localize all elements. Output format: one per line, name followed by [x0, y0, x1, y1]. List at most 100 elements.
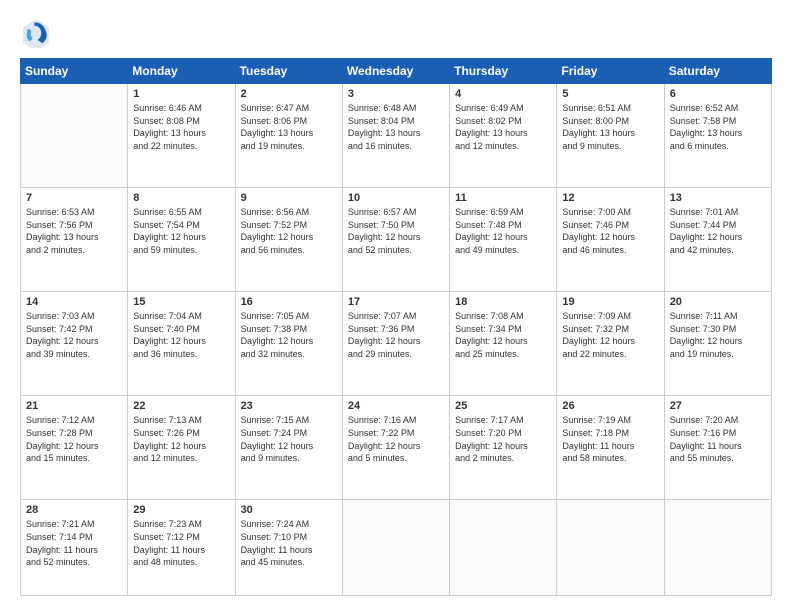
day-info: Sunrise: 7:13 AM Sunset: 7:26 PM Dayligh…	[133, 414, 229, 464]
day-info: Sunrise: 7:20 AM Sunset: 7:16 PM Dayligh…	[670, 414, 766, 464]
weekday-header-row: SundayMondayTuesdayWednesdayThursdayFrid…	[21, 59, 772, 84]
day-number: 24	[348, 400, 444, 412]
day-info: Sunrise: 6:53 AM Sunset: 7:56 PM Dayligh…	[26, 206, 122, 256]
day-number: 26	[562, 400, 658, 412]
day-info: Sunrise: 7:04 AM Sunset: 7:40 PM Dayligh…	[133, 310, 229, 360]
calendar-cell: 18 Sunrise: 7:08 AM Sunset: 7:34 PM Dayli…	[450, 292, 557, 396]
day-number: 23	[241, 400, 337, 412]
day-number: 21	[26, 400, 122, 412]
day-info: Sunrise: 7:00 AM Sunset: 7:46 PM Dayligh…	[562, 206, 658, 256]
page: SundayMondayTuesdayWednesdayThursdayFrid…	[0, 0, 792, 612]
day-info: Sunrise: 7:17 AM Sunset: 7:20 PM Dayligh…	[455, 414, 551, 464]
day-info: Sunrise: 6:48 AM Sunset: 8:04 PM Dayligh…	[348, 102, 444, 152]
calendar-cell: 12 Sunrise: 7:00 AM Sunset: 7:46 PM Dayli…	[557, 188, 664, 292]
week-row-2: 7 Sunrise: 6:53 AM Sunset: 7:56 PM Daylig…	[21, 188, 772, 292]
calendar-cell: 9 Sunrise: 6:56 AM Sunset: 7:52 PM Daylig…	[235, 188, 342, 292]
day-info: Sunrise: 7:12 AM Sunset: 7:28 PM Dayligh…	[26, 414, 122, 464]
day-info: Sunrise: 7:07 AM Sunset: 7:36 PM Dayligh…	[348, 310, 444, 360]
day-number: 8	[133, 192, 229, 204]
day-info: Sunrise: 7:16 AM Sunset: 7:22 PM Dayligh…	[348, 414, 444, 464]
day-info: Sunrise: 7:23 AM Sunset: 7:12 PM Dayligh…	[133, 518, 229, 568]
day-number: 2	[241, 88, 337, 100]
day-number: 3	[348, 88, 444, 100]
day-info: Sunrise: 7:01 AM Sunset: 7:44 PM Dayligh…	[670, 206, 766, 256]
header	[20, 16, 772, 48]
calendar-cell: 4Sunrise: 6:49 AM Sunset: 8:02 PM Daylig…	[450, 84, 557, 188]
day-info: Sunrise: 7:09 AM Sunset: 7:32 PM Dayligh…	[562, 310, 658, 360]
week-row-1: 1 Sunrise: 6:46 AM Sunset: 8:08 PM Daylig…	[21, 84, 772, 188]
day-info: Sunrise: 7:21 AM Sunset: 7:14 PM Dayligh…	[26, 518, 122, 568]
weekday-header-thursday: Thursday	[450, 59, 557, 84]
day-info: Sunrise: 7:19 AM Sunset: 7:18 PM Dayligh…	[562, 414, 658, 464]
day-info: Sunrise: 7:08 AM Sunset: 7:34 PM Dayligh…	[455, 310, 551, 360]
day-info: Sunrise: 6:55 AM Sunset: 7:54 PM Dayligh…	[133, 206, 229, 256]
logo	[20, 16, 58, 48]
calendar-cell: 24 Sunrise: 7:16 AM Sunset: 7:22 PM Dayli…	[342, 396, 449, 500]
calendar-cell: 30 Sunrise: 7:24 AM Sunset: 7:10 PM Dayli…	[235, 500, 342, 596]
day-number: 9	[241, 192, 337, 204]
day-number: 12	[562, 192, 658, 204]
day-number: 4	[455, 88, 551, 100]
weekday-header-saturday: Saturday	[664, 59, 771, 84]
day-info: Sunrise: 6:46 AM Sunset: 8:08 PM Dayligh…	[133, 102, 229, 152]
day-number: 1	[133, 88, 229, 100]
logo-icon	[20, 16, 52, 48]
calendar-cell: 6 Sunrise: 6:52 AM Sunset: 7:58 PM Daylig…	[664, 84, 771, 188]
day-info: Sunrise: 6:51 AM Sunset: 8:00 PM Dayligh…	[562, 102, 658, 152]
day-info: Sunrise: 7:24 AM Sunset: 7:10 PM Dayligh…	[241, 518, 337, 568]
weekday-header-tuesday: Tuesday	[235, 59, 342, 84]
day-number: 22	[133, 400, 229, 412]
day-number: 18	[455, 296, 551, 308]
day-info: Sunrise: 6:57 AM Sunset: 7:50 PM Dayligh…	[348, 206, 444, 256]
day-number: 16	[241, 296, 337, 308]
calendar-cell: 28 Sunrise: 7:21 AM Sunset: 7:14 PM Dayli…	[21, 500, 128, 596]
day-info: Sunrise: 6:59 AM Sunset: 7:48 PM Dayligh…	[455, 206, 551, 256]
calendar-cell: 8 Sunrise: 6:55 AM Sunset: 7:54 PM Daylig…	[128, 188, 235, 292]
calendar-cell: 5 Sunrise: 6:51 AM Sunset: 8:00 PM Daylig…	[557, 84, 664, 188]
day-number: 19	[562, 296, 658, 308]
calendar-cell: 27 Sunrise: 7:20 AM Sunset: 7:16 PM Dayli…	[664, 396, 771, 500]
day-info: Sunrise: 7:05 AM Sunset: 7:38 PM Dayligh…	[241, 310, 337, 360]
week-row-5: 28 Sunrise: 7:21 AM Sunset: 7:14 PM Dayli…	[21, 500, 772, 596]
weekday-header-friday: Friday	[557, 59, 664, 84]
calendar-cell: 17Sunrise: 7:07 AM Sunset: 7:36 PM Dayli…	[342, 292, 449, 396]
day-number: 5	[562, 88, 658, 100]
weekday-header-wednesday: Wednesday	[342, 59, 449, 84]
week-row-3: 14 Sunrise: 7:03 AM Sunset: 7:42 PM Dayli…	[21, 292, 772, 396]
week-row-4: 21 Sunrise: 7:12 AM Sunset: 7:28 PM Dayli…	[21, 396, 772, 500]
calendar-cell: 15Sunrise: 7:04 AM Sunset: 7:40 PM Dayli…	[128, 292, 235, 396]
day-number: 6	[670, 88, 766, 100]
weekday-header-monday: Monday	[128, 59, 235, 84]
calendar-cell: 26 Sunrise: 7:19 AM Sunset: 7:18 PM Dayli…	[557, 396, 664, 500]
day-number: 14	[26, 296, 122, 308]
day-number: 27	[670, 400, 766, 412]
calendar-cell: 19 Sunrise: 7:09 AM Sunset: 7:32 PM Dayli…	[557, 292, 664, 396]
calendar-cell: 16 Sunrise: 7:05 AM Sunset: 7:38 PM Dayli…	[235, 292, 342, 396]
calendar-cell	[21, 84, 128, 188]
calendar-cell: 3 Sunrise: 6:48 AM Sunset: 8:04 PM Daylig…	[342, 84, 449, 188]
calendar-cell: 11Sunrise: 6:59 AM Sunset: 7:48 PM Dayli…	[450, 188, 557, 292]
day-number: 29	[133, 504, 229, 516]
day-info: Sunrise: 6:47 AM Sunset: 8:06 PM Dayligh…	[241, 102, 337, 152]
calendar-cell: 1 Sunrise: 6:46 AM Sunset: 8:08 PM Daylig…	[128, 84, 235, 188]
calendar-cell: 20 Sunrise: 7:11 AM Sunset: 7:30 PM Dayli…	[664, 292, 771, 396]
calendar-cell: 2 Sunrise: 6:47 AM Sunset: 8:06 PM Daylig…	[235, 84, 342, 188]
calendar-cell: 7 Sunrise: 6:53 AM Sunset: 7:56 PM Daylig…	[21, 188, 128, 292]
day-info: Sunrise: 7:03 AM Sunset: 7:42 PM Dayligh…	[26, 310, 122, 360]
calendar-table: SundayMondayTuesdayWednesdayThursdayFrid…	[20, 58, 772, 596]
day-number: 28	[26, 504, 122, 516]
day-number: 20	[670, 296, 766, 308]
day-number: 7	[26, 192, 122, 204]
day-number: 30	[241, 504, 337, 516]
calendar-cell: 25 Sunrise: 7:17 AM Sunset: 7:20 PM Dayli…	[450, 396, 557, 500]
day-info: Sunrise: 7:15 AM Sunset: 7:24 PM Dayligh…	[241, 414, 337, 464]
day-number: 25	[455, 400, 551, 412]
weekday-header-sunday: Sunday	[21, 59, 128, 84]
calendar-cell	[557, 500, 664, 596]
calendar-cell	[450, 500, 557, 596]
calendar-cell: 14 Sunrise: 7:03 AM Sunset: 7:42 PM Dayli…	[21, 292, 128, 396]
day-info: Sunrise: 6:56 AM Sunset: 7:52 PM Dayligh…	[241, 206, 337, 256]
calendar-cell: 13Sunrise: 7:01 AM Sunset: 7:44 PM Dayli…	[664, 188, 771, 292]
day-info: Sunrise: 7:11 AM Sunset: 7:30 PM Dayligh…	[670, 310, 766, 360]
day-info: Sunrise: 6:52 AM Sunset: 7:58 PM Dayligh…	[670, 102, 766, 152]
